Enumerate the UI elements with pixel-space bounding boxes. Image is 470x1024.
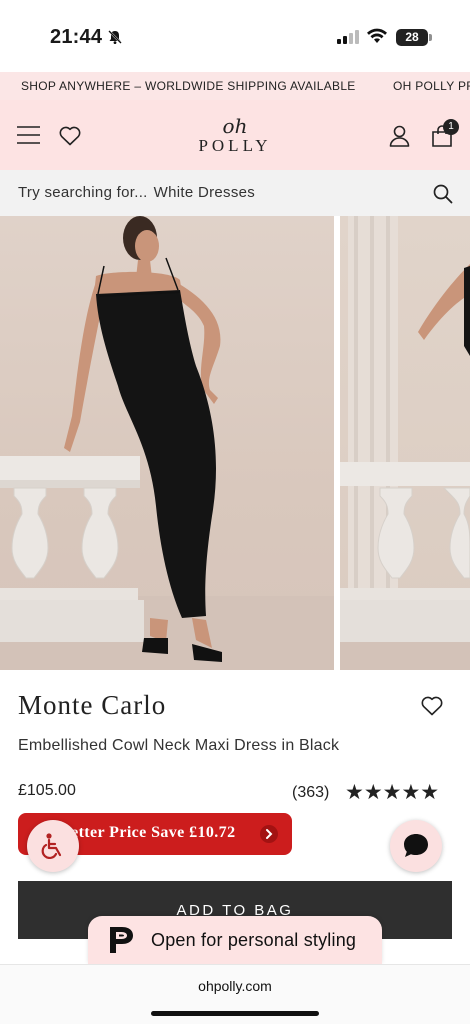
battery-tip	[429, 34, 432, 41]
product-price: £105.00	[18, 782, 76, 799]
product-name: Monte Carlo	[18, 690, 167, 720]
site-header: oh POLLY	[0, 100, 470, 170]
personal-styling-tab[interactable]: Open for personal styling	[88, 916, 382, 964]
promo-banner[interactable]: SHOP ANYWHERE – WORLDWIDE SHIPPING AVAIL…	[0, 72, 470, 100]
search-prefix: Try searching for...	[18, 184, 148, 201]
cart-count-badge: 1	[443, 119, 459, 135]
search-placeholder: Try searching for... White Dresses	[18, 184, 255, 201]
wifi-icon	[367, 28, 387, 43]
search-bar[interactable]: Try searching for... White Dresses	[0, 170, 470, 216]
brand-logo[interactable]: oh POLLY	[193, 116, 277, 160]
logo-polly: POLLY	[198, 136, 272, 155]
menu-icon[interactable]	[17, 125, 40, 145]
status-time: 21:44	[50, 26, 103, 48]
account-icon[interactable]	[389, 125, 410, 147]
battery-indicator: 28	[396, 29, 428, 46]
heart-icon[interactable]	[59, 126, 81, 146]
wishlist-heart-icon[interactable]	[421, 696, 443, 716]
product-image-gallery[interactable]	[0, 216, 470, 670]
search-icon[interactable]	[433, 184, 453, 204]
signal-icon	[337, 30, 359, 44]
browser-url-bar[interactable]: ohpolly.com	[0, 964, 470, 1024]
accessibility-button[interactable]	[27, 820, 79, 872]
personal-styling-label: Open for personal styling	[151, 930, 357, 950]
star-rating[interactable]: ★★★★★	[345, 780, 439, 805]
product-image-main[interactable]	[0, 216, 334, 670]
product-image-secondary[interactable]	[340, 216, 470, 670]
better-price-label: Better Price Save £10.72	[60, 824, 236, 841]
search-suggestion: White Dresses	[153, 184, 256, 201]
url-text: ohpolly.com	[198, 978, 272, 994]
promo-message-next: OH POLLY PR	[393, 79, 470, 93]
chat-bubble-icon	[404, 834, 428, 857]
wheelchair-icon	[41, 833, 62, 859]
bell-slash-icon	[108, 30, 122, 44]
status-bar: 21:44 28	[0, 0, 470, 72]
review-count[interactable]: (363)	[292, 784, 329, 802]
logo-oh: oh	[222, 114, 248, 138]
home-indicator[interactable]	[151, 1011, 319, 1016]
chat-button[interactable]	[390, 820, 442, 872]
product-description: Embellished Cowl Neck Maxi Dress in Blac…	[18, 737, 340, 754]
oh-polly-p-logo-icon	[110, 927, 133, 953]
product-photo-illustration	[0, 216, 334, 670]
product-photo-illustration-2	[340, 216, 470, 670]
chevron-right-icon	[266, 829, 273, 839]
promo-message: SHOP ANYWHERE – WORLDWIDE SHIPPING AVAIL…	[21, 79, 356, 93]
